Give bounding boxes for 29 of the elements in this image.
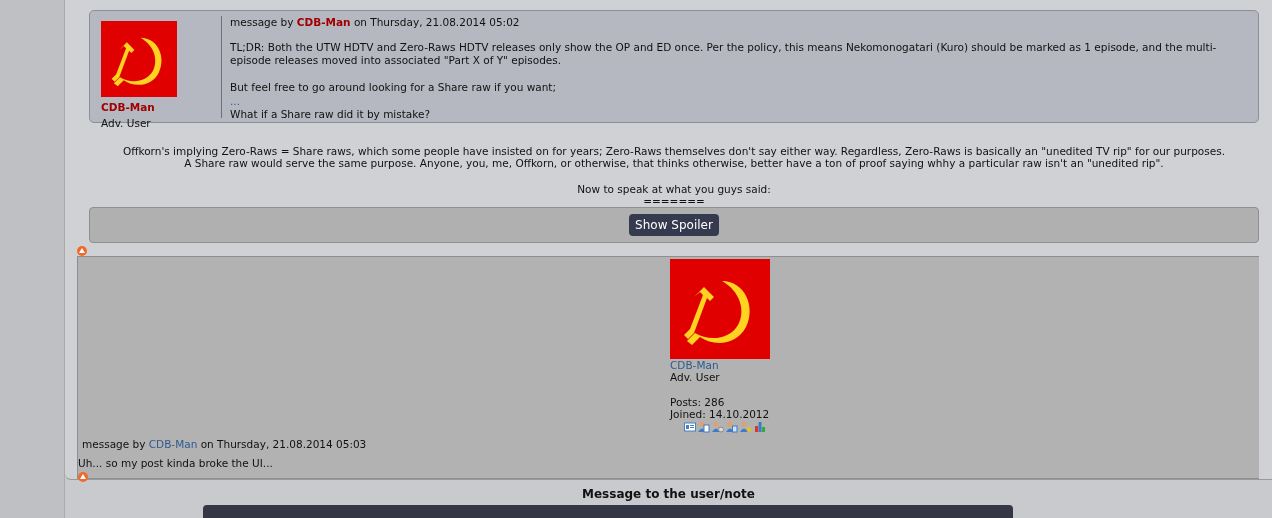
bar-chart-icon[interactable]	[754, 421, 766, 433]
user-page-icon[interactable]	[726, 421, 738, 433]
user-document-icon[interactable]	[698, 421, 710, 433]
message-text: =======	[643, 194, 705, 207]
message-header: message by CDB-Man on Thursday, 21.08.2014 05:02	[230, 16, 521, 30]
message-text: What if a Share raw did it by mistake?	[230, 108, 432, 122]
section-title: Message to the user/note	[582, 486, 755, 501]
scroll-up-icon[interactable]	[77, 245, 87, 256]
show-spoiler-button[interactable]: Show Spoiler	[629, 213, 719, 236]
user-clock-icon[interactable]	[712, 421, 724, 433]
author-link[interactable]: CDB-Man	[296, 16, 351, 28]
message-header: message by CDB-Man on Thursday, 21.08.2014 05:03	[82, 437, 368, 452]
author-link[interactable]: CDB-Man	[148, 438, 198, 450]
user-rank: Adv. User	[101, 115, 152, 131]
profile-card-icon[interactable]	[684, 421, 696, 433]
ellipsis-link[interactable]: ...	[230, 94, 240, 107]
user-star-icon[interactable]	[740, 421, 752, 433]
join-date: Joined: 14.10.2012	[670, 408, 771, 420]
scroll-up-icon[interactable]	[78, 471, 88, 482]
message-text: Now to speak at what you guys said:	[576, 182, 772, 195]
message-text: Uh... so my post kinda broke the UI...	[78, 455, 274, 471]
username-link[interactable]: CDB-Man	[101, 100, 155, 116]
message-text: Offkorn's implying Zero-Raws = Share raws, which some people have insisted on for years; Zero-Raws themselves don't say either way. Regardless, Zero-Raws is basically an "unedited TV rip" for our purposes.	[122, 145, 1226, 157]
user-rank: Adv. User	[670, 370, 721, 383]
message-text: A Share raw would serve the same purpose. Anyone, you, me, Offkorn, or otherwise, that thinks otherwise, better have a ton of proof saying whhy a particular raw isn't an "unedited rip".	[183, 157, 1165, 169]
username-link[interactable]: CDB-Man	[670, 358, 719, 371]
message-text: But feel free to go around looking for a Share raw if you want;	[230, 81, 557, 95]
message-text: TL;DR: Both the UTW HDTV and Zero-Raws HDTV releases only show the OP and ED once. Per the policy, this means Nekomonogatari (Kuro) should be marked as 1 episode, and the multi-episode releases moved into associated "Part X of Y" episodes.	[230, 40, 1218, 68]
post-count: Posts: 286	[670, 396, 726, 408]
